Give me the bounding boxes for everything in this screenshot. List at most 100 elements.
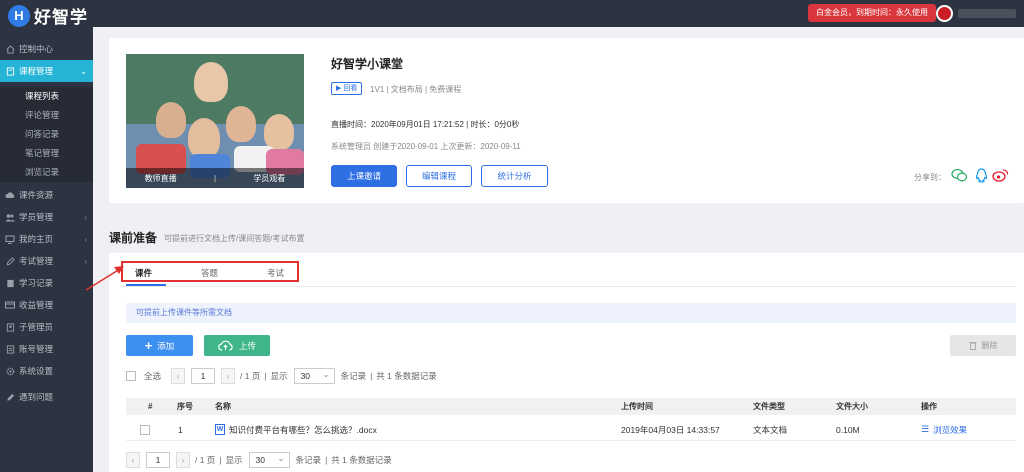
chevron-left-icon: ‹ xyxy=(84,234,87,244)
sidebar-item-course-management[interactable]: 课程管理 ⌄ xyxy=(0,60,93,82)
sidebar-subitem-comments[interactable]: 评论管理 xyxy=(0,106,93,125)
wallet-icon xyxy=(5,300,15,310)
record-summary: 共 1 条数据记录 xyxy=(331,455,392,465)
sidebar-item-label: 遇到问题 xyxy=(19,392,54,402)
sidebar-item-students[interactable]: 学员管理 ‹ xyxy=(0,206,93,228)
next-page-button[interactable]: › xyxy=(176,452,190,468)
row-upload-time: 2019年04月03日 14:33:57 xyxy=(621,424,720,435)
col-header-name: 名称 xyxy=(215,402,231,411)
gear-icon xyxy=(5,366,15,376)
course-meta: 1V1 | 文档布局 | 免费课程 xyxy=(370,85,462,94)
sidebar-item-homepage[interactable]: 我的主页 ‹ xyxy=(0,228,93,250)
course-creator-info: 系统管理员 创建于2020-09-01 上次更新：2020-09-11 xyxy=(331,142,521,151)
record-summary: 共 1 条数据记录 xyxy=(376,371,437,381)
preview-link[interactable]: ☰ 浏览效果 xyxy=(921,419,967,440)
sidebar-item-label: 课程管理 xyxy=(19,66,54,76)
prep-section-title: 课前准备 xyxy=(109,231,158,245)
course-title: 好智学小课堂 xyxy=(331,57,404,71)
course-cover-image[interactable]: 教师直播 | 学员观看 xyxy=(126,54,304,188)
total-pages: / 1 页 xyxy=(240,371,261,381)
sidebar-item-settings[interactable]: 系统设置 xyxy=(0,360,93,382)
qq-icon[interactable] xyxy=(972,166,990,184)
preview-link-label: 浏览效果 xyxy=(933,424,968,435)
page-number-input[interactable]: 1 xyxy=(191,368,216,384)
users-icon xyxy=(5,212,15,222)
col-header-hash: # xyxy=(148,402,153,411)
top-bar: H 好智学 白金会员，到期时间：永久使用 xyxy=(0,0,1024,27)
sidebar-item-exams[interactable]: 考试管理 ‹ xyxy=(0,250,93,272)
sidebar-item-accounts[interactable]: 账号管理 xyxy=(0,338,93,360)
col-header-upload-time: 上传时间 xyxy=(621,402,653,411)
sidebar-item-revenue[interactable]: 收益管理 xyxy=(0,294,93,316)
sidebar-item-learning-records[interactable]: 学习记录 xyxy=(0,272,93,294)
record-icon xyxy=(5,278,15,288)
member-badge[interactable]: 白金会员，到期时间：永久使用 xyxy=(808,4,936,22)
sidebar-item-label: 控制中心 xyxy=(19,44,54,54)
delete-button-label: 删除 xyxy=(981,341,998,350)
row-file-type: 文本文档 xyxy=(753,424,788,435)
page-size-select[interactable]: 30 xyxy=(293,367,335,384)
pager-top: 全选 ‹ 1 › / 1 页 | 显示 30 条记录 | 共 1 条数据记录 xyxy=(126,367,439,384)
col-header-file-size: 文件大小 xyxy=(836,402,868,411)
delete-button[interactable]: 删除 xyxy=(950,335,1016,356)
page-number-input[interactable]: 1 xyxy=(146,452,170,468)
row-index: 1 xyxy=(178,424,183,435)
logo[interactable]: H 好智学 xyxy=(8,3,88,28)
plus-icon: + xyxy=(144,338,153,353)
replay-tag[interactable]: ▶ 回看 xyxy=(331,82,363,95)
table-row: 1 W 知识付费平台有哪些？怎么挑选？.docx 2019年04月03日 14:… xyxy=(126,419,1016,441)
next-page-button[interactable]: › xyxy=(221,368,236,384)
edit-course-button[interactable]: 编辑课程 xyxy=(406,165,472,187)
chevron-down-icon: ⌄ xyxy=(80,66,87,76)
sidebar: 控制中心 课程管理 ⌄ 课程列表 评论管理 问答记录 笔记管理 浏览记录 课件资… xyxy=(0,27,93,472)
account-icon xyxy=(5,344,15,354)
sidebar-item-help[interactable]: 遇到问题 xyxy=(0,386,93,408)
upload-button[interactable]: 上传 xyxy=(204,335,270,356)
show-label: 显示 xyxy=(270,371,288,381)
page-size-select[interactable]: 30 xyxy=(248,451,290,468)
list-icon: ☰ xyxy=(921,424,930,434)
col-header-file-type: 文件类型 xyxy=(753,402,785,411)
sidebar-subitem-course-list[interactable]: 课程列表 xyxy=(0,87,93,106)
overlay-student-view: 学员观看 xyxy=(253,173,286,183)
statistics-button[interactable]: 统计分析 xyxy=(481,165,548,187)
tab-answer[interactable]: 答题 xyxy=(201,267,218,279)
sidebar-item-courseware[interactable]: 课件资源 xyxy=(0,184,93,206)
course-card: 教师直播 | 学员观看 好智学小课堂 ▶ 回看 1V1 | 文档布局 | 免费课… xyxy=(109,38,1024,203)
chevron-left-icon: ‹ xyxy=(84,212,87,222)
trash-icon xyxy=(969,341,977,350)
sidebar-subitem-history[interactable]: 浏览记录 xyxy=(0,163,93,182)
sidebar-item-control-center[interactable]: 控制中心 xyxy=(0,38,93,60)
pager-bottom: ‹ 1 › / 1 页 | 显示 30 条记录 | 共 1 条数据记录 xyxy=(126,451,394,468)
add-button[interactable]: + 添加 xyxy=(126,335,193,356)
prev-page-button[interactable]: ‹ xyxy=(171,368,186,384)
tab-courseware[interactable]: 课件 xyxy=(135,267,152,279)
logo-icon: H xyxy=(8,4,30,27)
sidebar-subitem-notes[interactable]: 笔记管理 xyxy=(0,144,93,163)
upload-button-label: 上传 xyxy=(238,340,256,351)
per-page-label: 条记录 xyxy=(295,455,322,465)
sidebar-item-label: 学员管理 xyxy=(19,212,54,222)
prep-panel: 课件 答题 考试 可提前上传课件等所需文档 + 添加 上传 删除 全选 ‹ 1 … xyxy=(109,253,1024,472)
sidebar-item-label: 我的主页 xyxy=(19,234,54,244)
prev-page-button[interactable]: ‹ xyxy=(126,452,140,468)
upload-notice: 可提前上传课件等所需文档 xyxy=(126,303,1016,323)
user-name-redacted[interactable] xyxy=(958,9,1016,18)
select-all-checkbox[interactable] xyxy=(126,371,136,381)
per-page-label: 条记录 xyxy=(340,371,367,381)
weibo-icon[interactable] xyxy=(991,166,1009,184)
wechat-icon[interactable] xyxy=(950,166,968,184)
home-icon xyxy=(5,44,15,54)
sidebar-subitem-qa[interactable]: 问答记录 xyxy=(0,125,93,144)
avatar[interactable] xyxy=(936,5,953,22)
class-invite-button[interactable]: 上课邀请 xyxy=(331,165,397,187)
word-file-icon: W xyxy=(215,424,225,435)
prep-section-subtitle: 可提前进行文档上传/课间答题/考试布置 xyxy=(164,234,305,243)
tab-exam[interactable]: 考试 xyxy=(267,267,284,279)
course-live-info: 直播时间：2020年09月01日 17:21:52 | 时长：0分0秒 xyxy=(331,120,520,129)
row-checkbox[interactable] xyxy=(140,424,150,435)
sidebar-item-sub-admins[interactable]: 子管理员 xyxy=(0,316,93,338)
row-file-name[interactable]: 知识付费平台有哪些？怎么挑选？.docx xyxy=(229,424,377,436)
sidebar-item-label: 课件资源 xyxy=(19,190,54,200)
help-icon xyxy=(5,392,15,402)
